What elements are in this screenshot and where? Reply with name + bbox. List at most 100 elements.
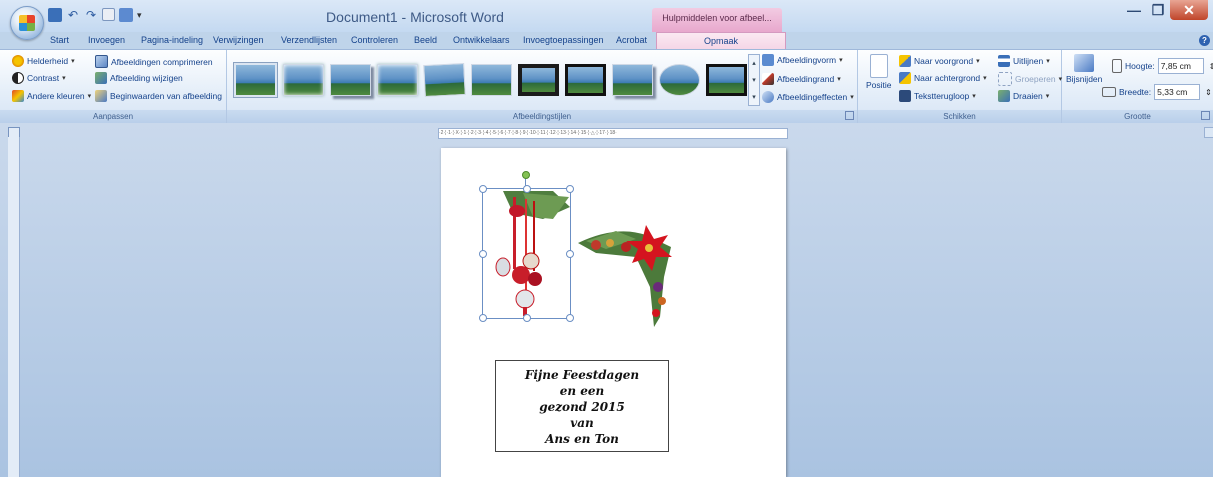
reset-picture-icon xyxy=(95,90,107,102)
office-button[interactable] xyxy=(10,6,44,40)
send-back-icon xyxy=(899,72,911,84)
ornaments-picture[interactable] xyxy=(482,188,571,319)
hoogte-input[interactable]: 7,85 cm xyxy=(1157,58,1204,74)
group-schikken: Positie Naar voorgrond ▾ Naar achtergrond… xyxy=(858,50,1062,123)
picture-tools-context-title: Hulpmiddelen voor afbeel... xyxy=(652,8,782,32)
greeting-textbox[interactable]: Fijne Feestdagen en een gezond 2015 van … xyxy=(495,360,669,452)
recolor-icon xyxy=(12,90,24,102)
spelling-icon[interactable] xyxy=(119,8,133,22)
group-grootte: Bijsnijden Hoogte: 7,85 cm ⇕ Breedte: 5,… xyxy=(1062,50,1213,123)
save-icon[interactable] xyxy=(48,8,62,22)
style-thumbnail[interactable] xyxy=(706,64,747,96)
tab-beeld[interactable]: Beeld xyxy=(414,35,437,45)
tab-start[interactable]: Start xyxy=(50,35,69,45)
group-aanpassen: Helderheid ▾ Contrast ▾ Andere kleuren ▾ Af… xyxy=(0,50,227,123)
naar-voorgrond-button[interactable]: Naar voorgrond ▾ xyxy=(899,55,980,67)
office-logo-icon xyxy=(19,15,35,31)
group-label-aanpassen: Aanpassen xyxy=(0,110,226,123)
tab-invoegen[interactable]: Invoegen xyxy=(88,35,125,45)
vertical-ruler[interactable] xyxy=(8,137,20,477)
helderheid-button[interactable]: Helderheid ▾ xyxy=(12,55,75,67)
tab-verzendlijsten[interactable]: Verzendlijsten xyxy=(281,35,337,45)
title-bar: Document1 - Microsoft Word Hulpmiddelen … xyxy=(0,0,1213,32)
height-icon xyxy=(1112,59,1122,73)
positie-button[interactable]: Positie xyxy=(866,54,892,90)
scrollbar-split-button[interactable] xyxy=(1204,127,1213,138)
draaien-button[interactable]: Draaien ▾ xyxy=(998,90,1049,102)
scroll-up-icon[interactable]: ▴ xyxy=(752,59,756,67)
resize-handle[interactable] xyxy=(479,314,487,322)
size-dialog-launcher[interactable] xyxy=(1201,111,1210,120)
contrast-button[interactable]: Contrast ▾ xyxy=(12,72,66,84)
resize-handle[interactable] xyxy=(523,314,531,322)
comprimeren-button[interactable]: Afbeeldingen comprimeren xyxy=(95,55,213,68)
hoogte-spinner-icon[interactable]: ⇕ xyxy=(1209,62,1213,71)
greeting-line: van xyxy=(570,416,594,430)
style-thumbnail[interactable] xyxy=(518,64,559,96)
afbeeldingeffecten-button[interactable]: Afbeeldingeffecten ▾ xyxy=(762,91,854,103)
resize-handle[interactable] xyxy=(566,185,574,193)
tekstterugloop-button[interactable]: Tekstterugloop ▾ xyxy=(899,90,976,102)
ribbon-tabs: Start Invoegen Pagina-indeling Verwijzin… xyxy=(0,32,1213,50)
scroll-down-icon[interactable]: ▾ xyxy=(752,76,756,84)
breedte-input[interactable]: 5,33 cm xyxy=(1154,84,1201,100)
poinsettia-picture[interactable] xyxy=(576,217,676,333)
style-thumbnail[interactable] xyxy=(612,64,653,96)
tab-invoegtoepassingen[interactable]: Invoegtoepassingen xyxy=(523,35,604,45)
resize-handle[interactable] xyxy=(479,250,487,258)
customize-qat-icon[interactable]: ▾ xyxy=(137,8,151,22)
print-preview-icon[interactable] xyxy=(102,8,115,21)
andere-kleuren-button[interactable]: Andere kleuren ▾ xyxy=(12,90,91,102)
afbeelding-wijzigen-button[interactable]: Afbeelding wijzigen xyxy=(95,72,183,84)
afbeeldingrand-button[interactable]: Afbeeldingrand ▾ xyxy=(762,73,841,85)
tab-verwijzingen[interactable]: Verwijzingen xyxy=(213,35,264,45)
breedte-spinner-icon[interactable]: ⇕ xyxy=(1205,88,1212,97)
style-thumbnail[interactable] xyxy=(565,64,606,96)
ruler-ticks: ·2·¦·1·¦·X·¦·1·¦·2·¦·3·¦·4·¦·5·¦·6·¦·7·¦… xyxy=(439,130,617,136)
style-thumbnail[interactable] xyxy=(233,62,278,98)
more-icon[interactable]: ▾ xyxy=(752,93,756,101)
tab-pagina-indeling[interactable]: Pagina-indeling xyxy=(141,35,203,45)
style-thumbnail[interactable] xyxy=(471,64,512,96)
undo-icon[interactable]: ↶ xyxy=(66,8,80,22)
minimize-button[interactable]: — xyxy=(1122,0,1146,20)
gallery-scroller[interactable]: ▴ ▾ ▾ xyxy=(748,54,760,106)
beginwaarden-button[interactable]: Beginwaarden van afbeelding xyxy=(95,90,222,102)
bijsnijden-button[interactable]: Bijsnijden xyxy=(1066,54,1102,84)
close-button[interactable]: ✕ xyxy=(1170,0,1208,20)
group-label-afbeeldingstijlen: Afbeeldingstijlen xyxy=(227,110,857,123)
groeperen-button[interactable]: Groeperen ▾ xyxy=(998,72,1062,86)
shape-icon xyxy=(762,54,774,66)
resize-handle[interactable] xyxy=(523,185,531,193)
afbeeldingvorm-button[interactable]: Afbeeldingvorm ▾ xyxy=(762,54,843,66)
styles-dialog-launcher[interactable] xyxy=(845,111,854,120)
resize-handle[interactable] xyxy=(479,185,487,193)
picture-styles-gallery xyxy=(230,52,752,108)
contrast-icon xyxy=(12,72,24,84)
style-thumbnail[interactable] xyxy=(423,62,466,98)
help-icon[interactable]: ? xyxy=(1199,35,1210,46)
greeting-line: gezond 2015 xyxy=(539,400,625,414)
tab-acrobat[interactable]: Acrobat xyxy=(616,35,647,45)
style-thumbnail[interactable] xyxy=(330,64,371,96)
style-thumbnail[interactable] xyxy=(283,64,324,96)
greeting-line: en een xyxy=(559,384,605,398)
resize-handle[interactable] xyxy=(566,314,574,322)
horizontal-ruler[interactable]: ·2·¦·1·¦·X·¦·1·¦·2·¦·3·¦·4·¦·5·¦·6·¦·7·¦… xyxy=(438,128,788,139)
width-icon xyxy=(1102,87,1116,97)
tab-opmaak[interactable]: Opmaak xyxy=(656,32,786,50)
align-icon xyxy=(998,55,1010,67)
tab-controleren[interactable]: Controleren xyxy=(351,35,398,45)
uitlijnen-button[interactable]: Uitlijnen ▾ xyxy=(998,55,1050,67)
tab-ontwikkelaars[interactable]: Ontwikkelaars xyxy=(453,35,510,45)
maximize-button[interactable]: ❐ xyxy=(1146,0,1170,20)
style-thumbnail[interactable] xyxy=(659,64,700,96)
quick-access-toolbar: ↶ ↷ ▾ xyxy=(48,8,151,22)
rotate-handle[interactable] xyxy=(522,171,530,179)
breedte-control: Breedte: 5,33 cm ⇕ xyxy=(1102,84,1212,100)
resize-handle[interactable] xyxy=(566,250,574,258)
brightness-icon xyxy=(12,55,24,67)
naar-achtergrond-button[interactable]: Naar achtergrond ▾ xyxy=(899,72,987,84)
redo-icon[interactable]: ↷ xyxy=(84,8,98,22)
style-thumbnail[interactable] xyxy=(377,64,418,96)
